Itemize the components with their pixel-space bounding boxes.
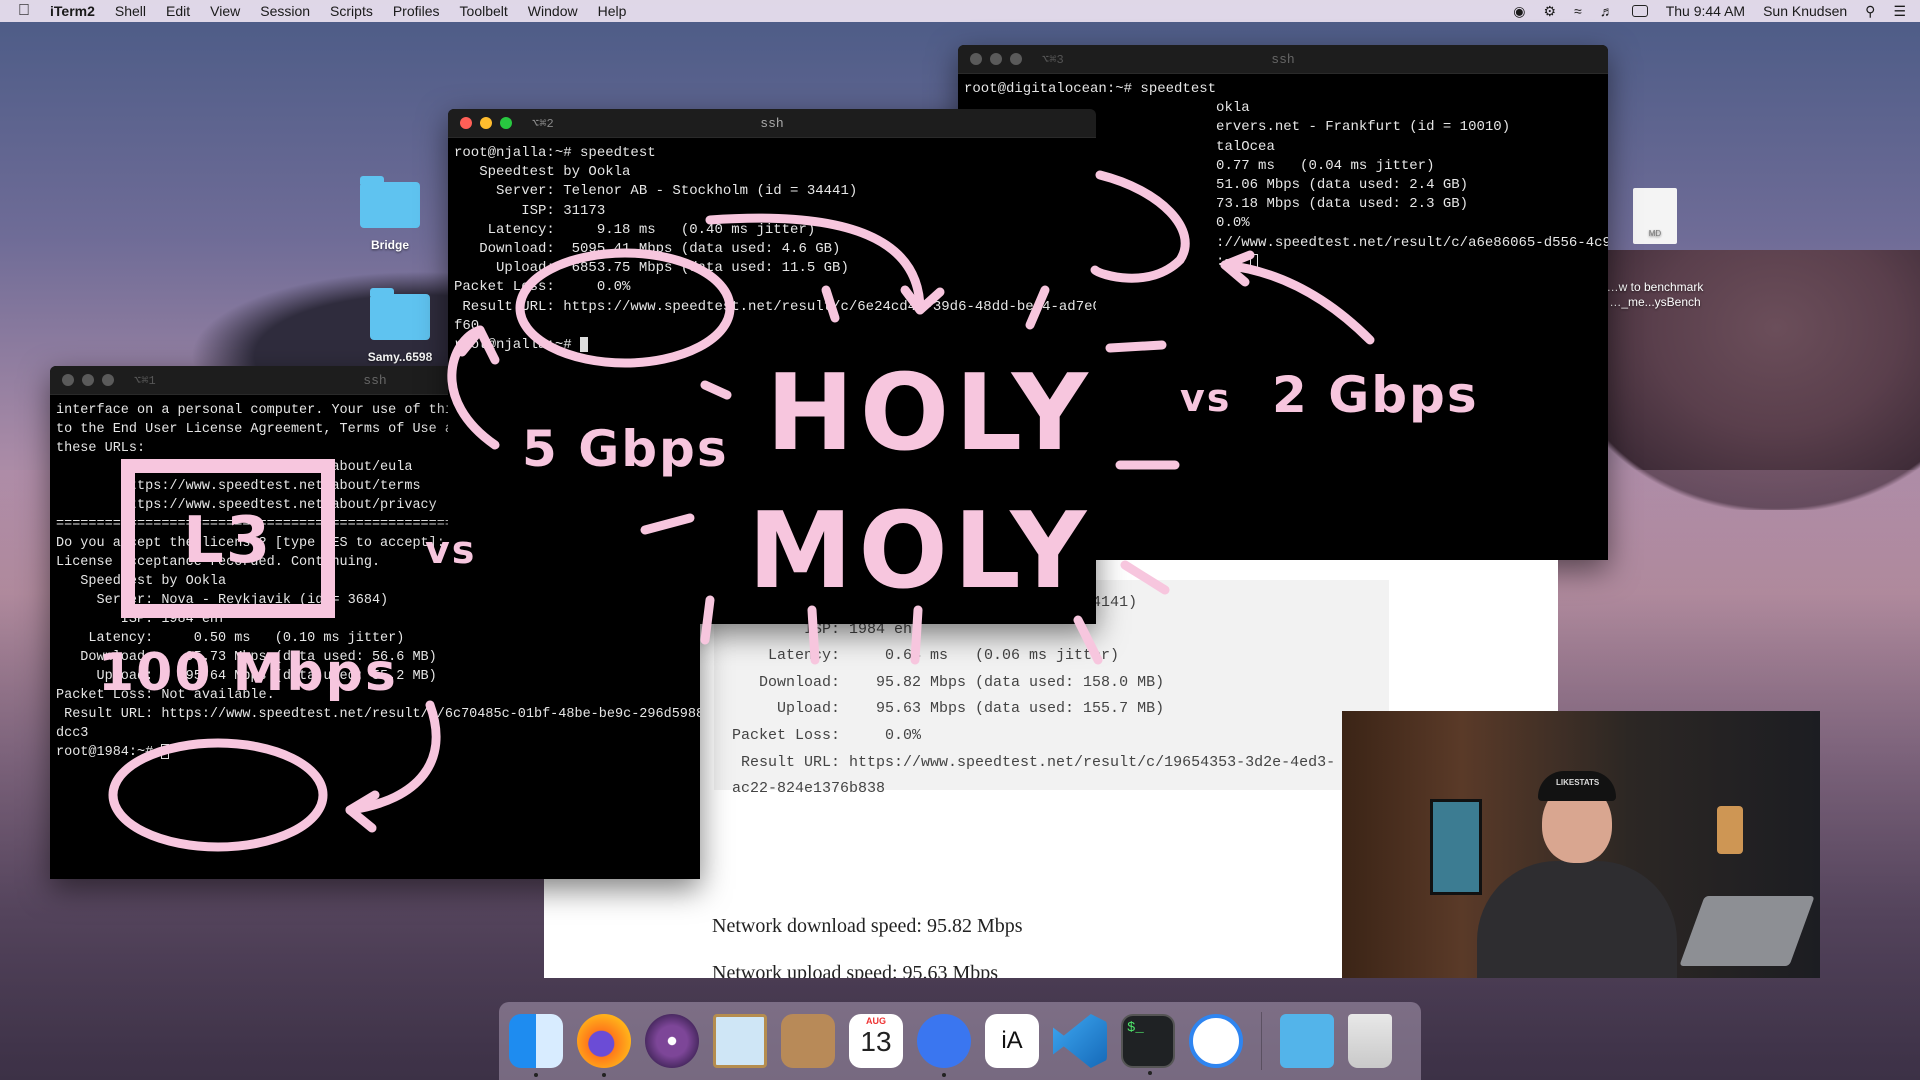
- code-line: Download: 95.82 Mbps (data used: 158.0 M…: [732, 673, 1165, 691]
- terminal-output[interactable]: root@njalla:~# speedtest Speedtest by Oo…: [448, 138, 1096, 361]
- apple-icon[interactable]: : [18, 2, 30, 20]
- signal-icon[interactable]: [917, 1014, 971, 1077]
- terminal-line: Speedtest by Ookla: [454, 164, 631, 181]
- download-speed-text: Network download speed: 95.82 Mbps: [712, 915, 1023, 937]
- terminal-cursor: [580, 336, 589, 352]
- menu-shell[interactable]: Shell: [115, 3, 146, 19]
- cap-text: LIKESTATS: [1556, 778, 1600, 787]
- terminal-titlebar[interactable]: ⌥⌘3 ssh: [958, 45, 1608, 74]
- trash-icon[interactable]: [1348, 1014, 1392, 1068]
- menu-bar:  iTerm2 Shell Edit View Session Scripts…: [0, 0, 1920, 22]
- contacts-icon[interactable]: [781, 1014, 835, 1068]
- terminal-prompt: root@1984:~#: [56, 745, 162, 760]
- volume-icon[interactable]: ♬: [1600, 3, 1614, 19]
- running-indicator: [534, 1073, 538, 1077]
- running-indicator: [942, 1073, 946, 1077]
- terminal-line: Download: 5095.41 Mbps (data used: 4.6 G…: [454, 241, 841, 258]
- finder-icon[interactable]: [509, 1014, 563, 1077]
- holy-text: HOLY: [766, 352, 1094, 474]
- vscode-icon[interactable]: [1053, 1014, 1107, 1068]
- menu-help[interactable]: Help: [598, 3, 627, 19]
- terminal-line: Latency: 9.18 ms (0.40 ms jitter): [454, 221, 816, 238]
- terminal-line: root@digitalocean:~# speedtest: [964, 81, 1217, 97]
- menubar-clock[interactable]: Thu 9:44 AM: [1666, 3, 1745, 19]
- ia-writer-label: iA: [1001, 1027, 1023, 1054]
- menu-session[interactable]: Session: [260, 3, 310, 19]
- code-line: Upload: 95.63 Mbps (data used: 155.7 MB): [732, 700, 1165, 718]
- terminal-cursor: [161, 743, 170, 759]
- menu-view[interactable]: View: [210, 3, 240, 19]
- window-title: ssh: [760, 116, 784, 131]
- terminal-line: root@njalla:~# speedtest: [454, 145, 656, 161]
- terminal-line: Result URL: https://www.speedtest.net/re…: [56, 707, 700, 722]
- l3-text: L3: [183, 504, 273, 578]
- calendar-icon[interactable]: AUG 13: [849, 1014, 903, 1068]
- wall-picture: [1430, 799, 1482, 895]
- running-indicator: [602, 1073, 606, 1077]
- terminal-titlebar[interactable]: ⌥⌘2 ssh: [448, 109, 1096, 138]
- terminal-app-icon[interactable]: $_: [1121, 1014, 1175, 1075]
- terminal-app-label: $_: [1127, 1020, 1144, 1036]
- folder-icon: [360, 176, 420, 228]
- ia-writer-icon[interactable]: iA: [985, 1014, 1039, 1068]
- lamp: [1717, 806, 1743, 854]
- terminal-line: f60: [454, 317, 480, 334]
- desktop-icon-label: Bridge: [370, 238, 409, 252]
- speed-100mbps-text: 100 Mbps: [98, 643, 398, 703]
- downloads-folder-icon[interactable]: [1280, 1014, 1334, 1068]
- file-badge: MD: [1648, 229, 1662, 238]
- dock: AUG 13 iA $_: [499, 1002, 1421, 1080]
- menu-edit[interactable]: Edit: [166, 3, 190, 19]
- battery-icon[interactable]: [1631, 5, 1648, 17]
- terminal-line: ISP: 31173: [454, 202, 606, 219]
- running-indicator: [1148, 1071, 1152, 1075]
- webcam-overlay: LIKESTATS: [1342, 711, 1820, 978]
- menu-scripts[interactable]: Scripts: [330, 3, 373, 19]
- speed-5gbps-text: 5 Gbps: [522, 420, 729, 478]
- laptop: [1679, 896, 1815, 966]
- folder-icon: [370, 288, 430, 340]
- settings-gear-icon[interactable]: ⚙: [1543, 3, 1556, 20]
- markdown-file-icon: MD: [1633, 188, 1677, 244]
- tor-browser-icon[interactable]: [645, 1014, 699, 1068]
- desktop-icon-samy[interactable]: Samy..6598: [360, 288, 440, 364]
- menu-toolbelt[interactable]: Toolbelt: [460, 3, 508, 19]
- code-line: ac22-824e1376b838: [732, 780, 886, 798]
- firefox-icon[interactable]: [577, 1014, 631, 1077]
- desktop-icon-label: …w to benchmark …_me...ysBench: [1606, 280, 1704, 309]
- terminal-prompt: root@njalla:~#: [454, 337, 581, 354]
- desktop-icon-bridge[interactable]: Bridge: [352, 176, 428, 252]
- dock-separator: [1261, 1012, 1262, 1070]
- code-line: Packet Loss: 0.0%: [732, 726, 922, 744]
- terminal-cursor: [1249, 253, 1258, 269]
- terminal-line: Upload: 6853.75 Mbps (data used: 11.5 GB…: [454, 260, 849, 277]
- code-line: Result URL: https://www.speedtest.net/re…: [732, 753, 1336, 771]
- code-line: Latency: 0.64 ms (0.06 ms jitter): [732, 647, 1120, 665]
- calendar-day: 13: [860, 1026, 892, 1057]
- control-center-icon[interactable]: ☰: [1893, 3, 1906, 20]
- terminal-line: Server: Telenor AB - Stockholm (id = 344…: [454, 183, 858, 200]
- menubar-user[interactable]: Sun Knudsen: [1763, 3, 1847, 19]
- moly-text: MOLY: [748, 490, 1093, 612]
- spotlight-search-icon[interactable]: ⚲: [1865, 3, 1875, 20]
- record-icon[interactable]: ◉: [1513, 3, 1525, 20]
- presenter-body: [1477, 861, 1677, 978]
- safari-icon[interactable]: [1189, 1014, 1243, 1068]
- vs-text-left: vs: [425, 528, 477, 572]
- menu-profiles[interactable]: Profiles: [393, 3, 440, 19]
- speed-2gbps-text: 2 Gbps: [1272, 366, 1479, 424]
- preview-icon[interactable]: [713, 1014, 767, 1068]
- vs-text-right: vs: [1180, 376, 1232, 420]
- terminal-line: Packet Loss: 0.0%: [454, 279, 631, 296]
- wifi-icon[interactable]: ≈: [1574, 3, 1582, 19]
- terminal-line: dcc3: [56, 726, 89, 741]
- desktop-icon-label: Samy..6598: [367, 350, 433, 364]
- app-menu[interactable]: iTerm2: [50, 3, 95, 19]
- terminal-line: Result URL: https://www.speedtest.net/re…: [454, 298, 1096, 315]
- menu-window[interactable]: Window: [528, 3, 578, 19]
- calendar-month: AUG: [866, 1016, 886, 1026]
- upload-speed-text: Network upload speed: 95.63 Mbps: [712, 962, 999, 978]
- window-title: ssh: [1271, 52, 1295, 67]
- desktop-icon-md-file[interactable]: MD …w to benchmark …_me...ysBench: [1600, 160, 1710, 324]
